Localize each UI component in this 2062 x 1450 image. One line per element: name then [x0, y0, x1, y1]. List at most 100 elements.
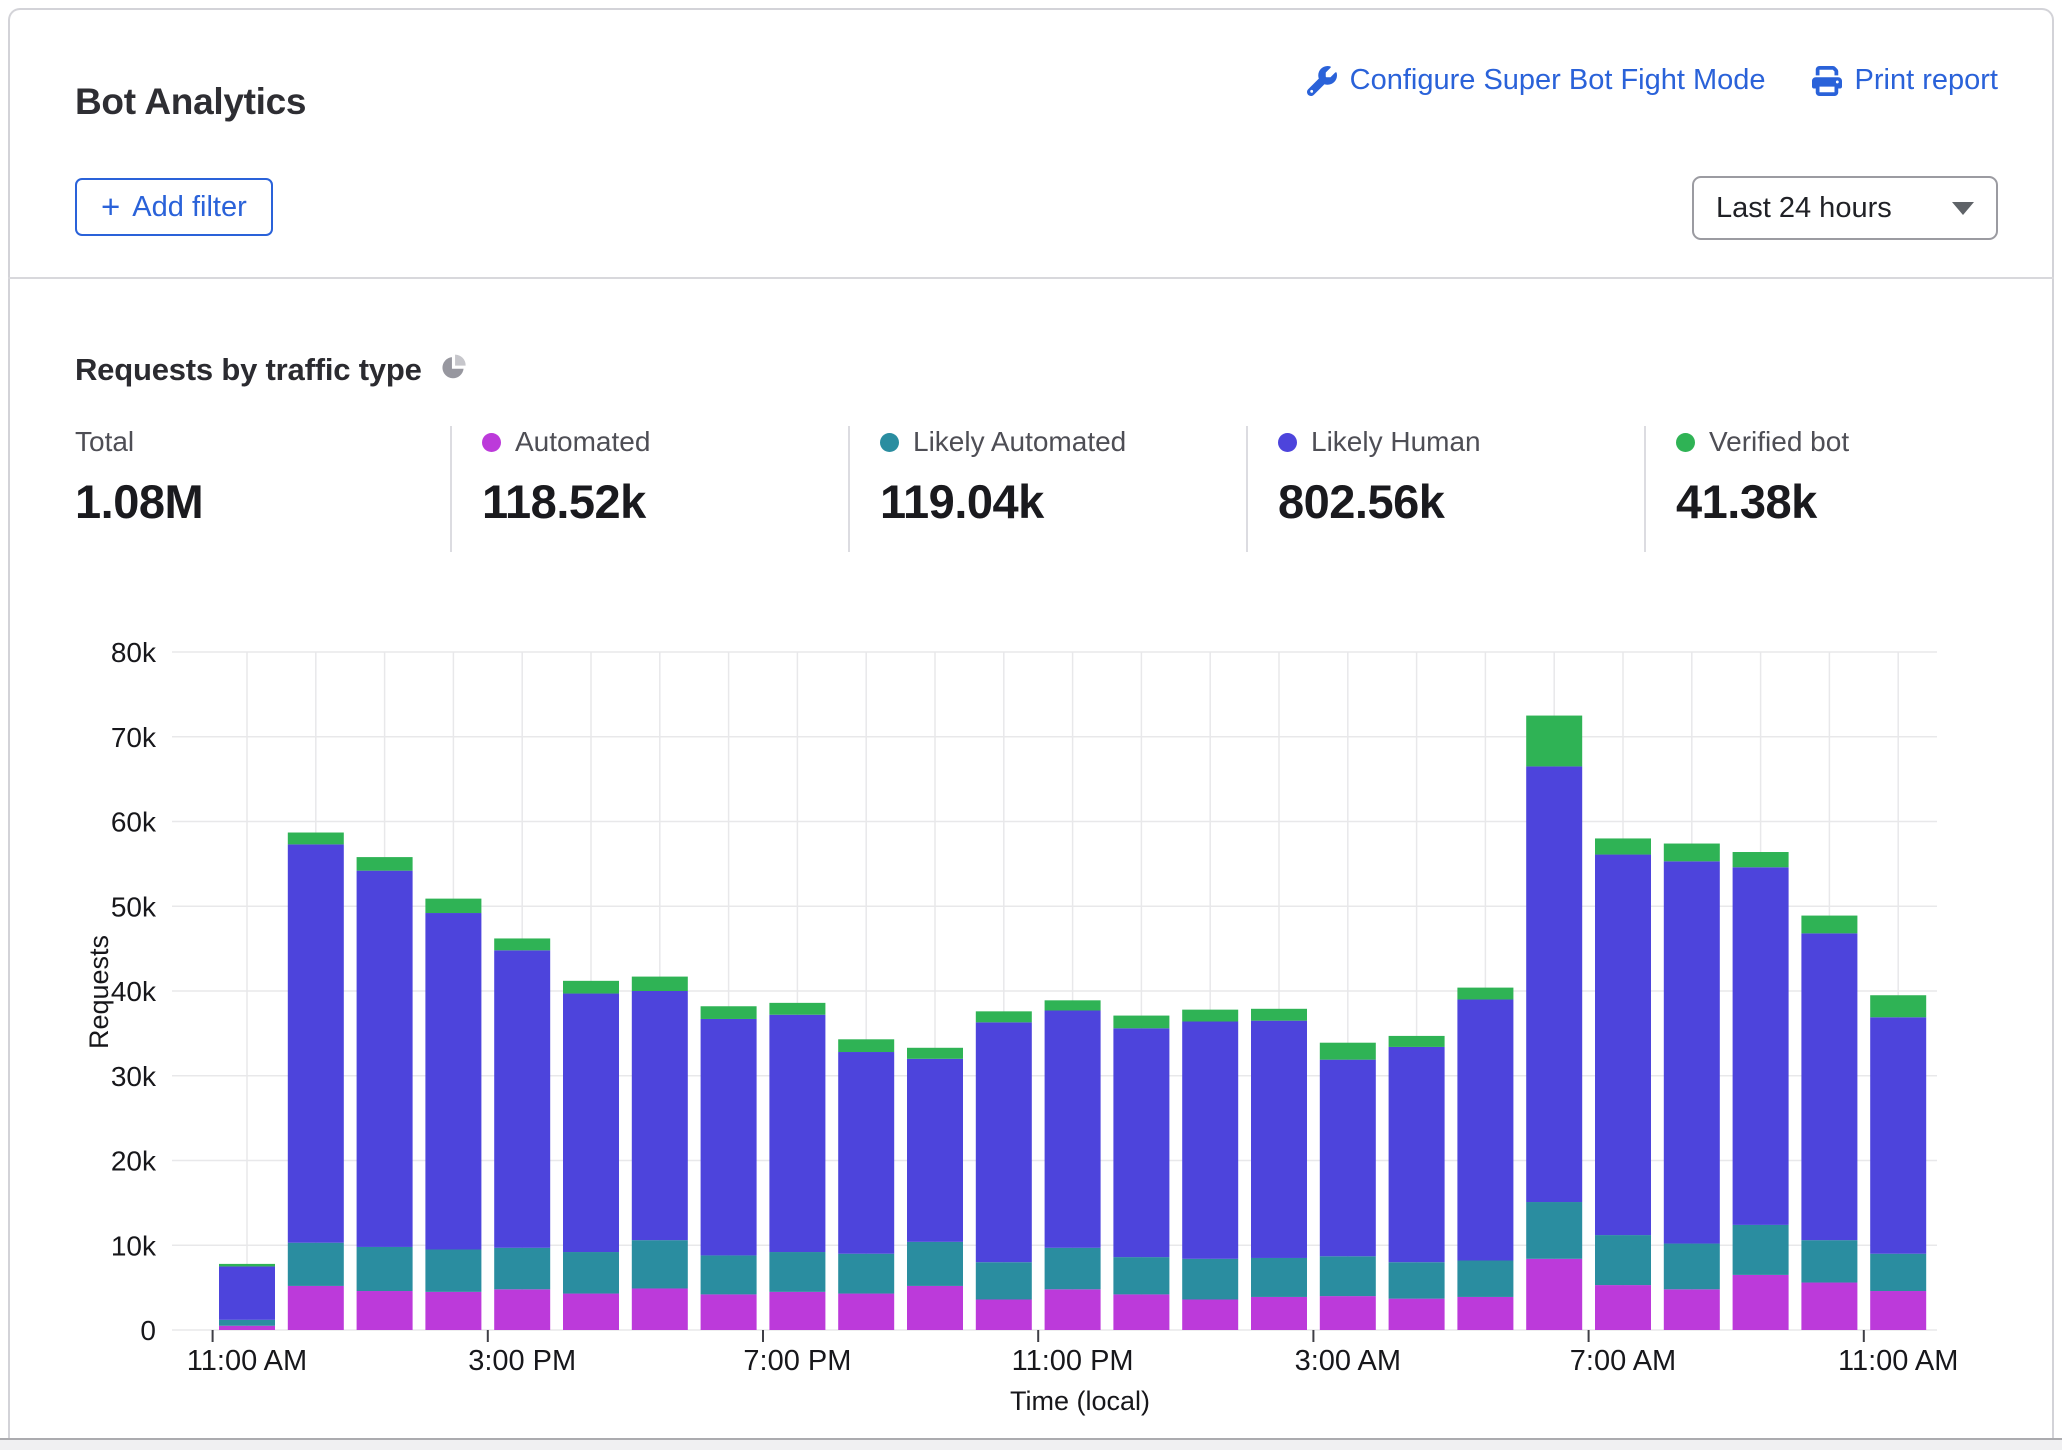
bar-segment-likely-automated[interactable]	[1733, 1225, 1789, 1275]
bar-segment-likely-automated[interactable]	[288, 1243, 344, 1286]
bar-segment-likely-automated[interactable]	[632, 1240, 688, 1288]
bar-segment-likely-automated[interactable]	[357, 1247, 413, 1291]
bar-segment-verified-bot[interactable]	[632, 977, 688, 991]
bar-segment-verified-bot[interactable]	[1595, 838, 1651, 854]
bar-segment-automated[interactable]	[563, 1294, 619, 1330]
bar-segment-verified-bot[interactable]	[1251, 1009, 1307, 1021]
bar-segment-likely-automated[interactable]	[1182, 1259, 1238, 1300]
bar-segment-verified-bot[interactable]	[1526, 716, 1582, 767]
bar-segment-likely-human[interactable]	[907, 1059, 963, 1242]
bar-segment-likely-human[interactable]	[701, 1019, 757, 1255]
bar-segment-likely-human[interactable]	[1733, 867, 1789, 1225]
bar-segment-verified-bot[interactable]	[494, 938, 550, 950]
stat-likely-automated[interactable]: Likely Automated 119.04k	[880, 424, 1126, 529]
bar-segment-verified-bot[interactable]	[1389, 1036, 1445, 1047]
bar-segment-likely-human[interactable]	[632, 991, 688, 1240]
bar-segment-automated[interactable]	[632, 1288, 688, 1330]
bar-segment-verified-bot[interactable]	[1320, 1043, 1376, 1060]
add-filter-button[interactable]: + Add filter	[75, 178, 273, 236]
stat-verified-bot[interactable]: Verified bot 41.38k	[1676, 424, 1849, 529]
bar-segment-likely-human[interactable]	[1389, 1047, 1445, 1262]
bar-segment-automated[interactable]	[1113, 1294, 1169, 1330]
bar-segment-likely-human[interactable]	[219, 1266, 275, 1319]
bar-segment-likely-automated[interactable]	[907, 1242, 963, 1286]
bar-segment-automated[interactable]	[838, 1294, 894, 1330]
bar-segment-automated[interactable]	[288, 1286, 344, 1330]
bar-segment-verified-bot[interactable]	[1045, 1000, 1101, 1010]
bar-segment-automated[interactable]	[1733, 1275, 1789, 1330]
bar-segment-likely-human[interactable]	[563, 994, 619, 1252]
bar-segment-likely-human[interactable]	[1801, 933, 1857, 1240]
bar-segment-likely-human[interactable]	[838, 1052, 894, 1254]
bar-segment-verified-bot[interactable]	[838, 1039, 894, 1052]
bar-segment-automated[interactable]	[1045, 1289, 1101, 1330]
bar-segment-likely-automated[interactable]	[563, 1252, 619, 1294]
bar-segment-verified-bot[interactable]	[1457, 988, 1513, 1000]
bar-segment-automated[interactable]	[976, 1299, 1032, 1330]
bar-segment-likely-automated[interactable]	[1595, 1235, 1651, 1285]
bar-segment-automated[interactable]	[1457, 1297, 1513, 1330]
bar-segment-automated[interactable]	[907, 1286, 963, 1330]
bar-segment-likely-automated[interactable]	[1389, 1262, 1445, 1298]
bar-segment-likely-human[interactable]	[1045, 1010, 1101, 1247]
configure-super-bot-fight-mode-link[interactable]: Configure Super Bot Fight Mode	[1307, 64, 1766, 97]
bar-segment-likely-automated[interactable]	[219, 1320, 275, 1326]
bar-segment-likely-automated[interactable]	[1320, 1256, 1376, 1296]
stat-automated[interactable]: Automated 118.52k	[482, 424, 650, 529]
bar-segment-likely-human[interactable]	[1251, 1021, 1307, 1258]
bar-segment-likely-human[interactable]	[357, 871, 413, 1247]
bar-segment-automated[interactable]	[701, 1294, 757, 1330]
bar-segment-likely-automated[interactable]	[425, 1249, 481, 1291]
bar-segment-automated[interactable]	[1320, 1296, 1376, 1330]
bar-segment-verified-bot[interactable]	[425, 899, 481, 913]
bar-segment-likely-automated[interactable]	[1801, 1240, 1857, 1282]
print-report-link[interactable]: Print report	[1812, 64, 1998, 97]
bar-segment-likely-automated[interactable]	[1526, 1202, 1582, 1259]
bar-segment-automated[interactable]	[1801, 1283, 1857, 1330]
bar-segment-likely-human[interactable]	[769, 1015, 825, 1252]
bar-segment-automated[interactable]	[1595, 1285, 1651, 1330]
bar-segment-automated[interactable]	[1182, 1299, 1238, 1330]
bar-segment-verified-bot[interactable]	[1801, 916, 1857, 934]
bar-segment-verified-bot[interactable]	[701, 1006, 757, 1019]
bar-segment-likely-human[interactable]	[494, 950, 550, 1247]
bar-segment-automated[interactable]	[1870, 1291, 1926, 1330]
bar-segment-automated[interactable]	[357, 1291, 413, 1330]
bar-segment-verified-bot[interactable]	[1664, 844, 1720, 862]
bar-segment-likely-human[interactable]	[976, 1022, 1032, 1262]
bar-segment-verified-bot[interactable]	[357, 857, 413, 871]
time-range-dropdown[interactable]: Last 24 hours	[1692, 176, 1998, 240]
bar-segment-automated[interactable]	[1389, 1299, 1445, 1330]
bar-segment-verified-bot[interactable]	[769, 1003, 825, 1015]
bar-segment-automated[interactable]	[1251, 1297, 1307, 1330]
bar-segment-likely-automated[interactable]	[769, 1252, 825, 1292]
bar-segment-likely-automated[interactable]	[1113, 1257, 1169, 1294]
bar-segment-verified-bot[interactable]	[1182, 1010, 1238, 1022]
bar-segment-automated[interactable]	[494, 1289, 550, 1330]
bar-segment-likely-automated[interactable]	[1251, 1258, 1307, 1297]
bar-segment-likely-human[interactable]	[1526, 766, 1582, 1202]
bar-segment-verified-bot[interactable]	[563, 981, 619, 994]
bar-segment-verified-bot[interactable]	[907, 1048, 963, 1059]
bar-segment-verified-bot[interactable]	[1113, 1016, 1169, 1029]
bar-segment-automated[interactable]	[1526, 1259, 1582, 1330]
bar-segment-likely-human[interactable]	[425, 913, 481, 1249]
bar-segment-verified-bot[interactable]	[288, 833, 344, 845]
bar-segment-likely-human[interactable]	[1870, 1017, 1926, 1253]
bar-segment-likely-automated[interactable]	[701, 1255, 757, 1294]
bar-segment-likely-automated[interactable]	[1664, 1244, 1720, 1290]
bar-segment-likely-human[interactable]	[288, 844, 344, 1242]
bar-segment-verified-bot[interactable]	[1870, 995, 1926, 1017]
bar-segment-likely-automated[interactable]	[1045, 1248, 1101, 1290]
bar-segment-likely-human[interactable]	[1457, 999, 1513, 1260]
bar-segment-likely-automated[interactable]	[494, 1248, 550, 1290]
stat-likely-human[interactable]: Likely Human 802.56k	[1278, 424, 1481, 529]
bar-segment-likely-automated[interactable]	[1457, 1261, 1513, 1297]
bar-segment-likely-human[interactable]	[1113, 1028, 1169, 1257]
bar-segment-automated[interactable]	[425, 1292, 481, 1330]
bar-segment-verified-bot[interactable]	[219, 1264, 275, 1267]
bar-segment-verified-bot[interactable]	[1733, 852, 1789, 867]
bar-segment-likely-human[interactable]	[1320, 1060, 1376, 1257]
bar-segment-likely-automated[interactable]	[838, 1254, 894, 1294]
bar-segment-likely-human[interactable]	[1182, 1022, 1238, 1259]
